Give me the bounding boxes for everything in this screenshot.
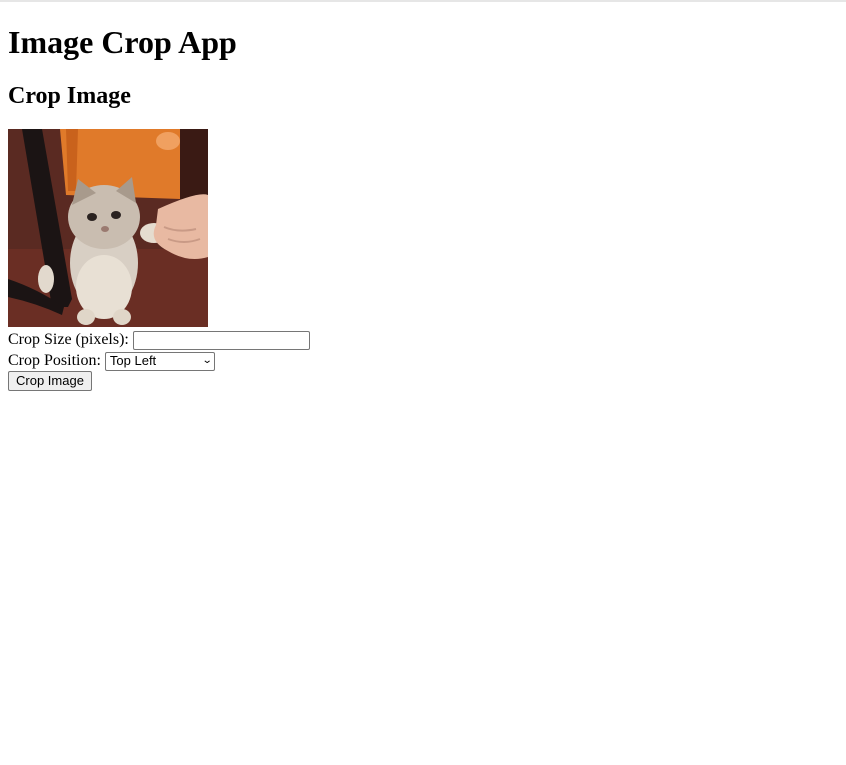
crop-size-label: Crop Size (pixels): (8, 331, 129, 348)
crop-position-row: Crop Position: Top Left ⌄ (8, 351, 215, 371)
crop-position-select[interactable]: Top Left ⌄ (104, 351, 215, 371)
page-title: Image Crop App (8, 24, 237, 60)
crop-image-button[interactable]: Crop Image (8, 371, 92, 391)
chevron-down-icon: ⌄ (201, 355, 213, 366)
crop-position-value: Top Left (109, 353, 157, 368)
crop-size-row: Crop Size (pixels): (8, 330, 310, 350)
section-title: Crop Image (8, 83, 131, 109)
crop-position-label: Crop Position: (8, 352, 101, 369)
crop-button-row: Crop Image (8, 371, 92, 391)
cat-photo (8, 129, 208, 327)
crop-size-input[interactable] (132, 330, 310, 350)
top-divider (0, 0, 846, 2)
